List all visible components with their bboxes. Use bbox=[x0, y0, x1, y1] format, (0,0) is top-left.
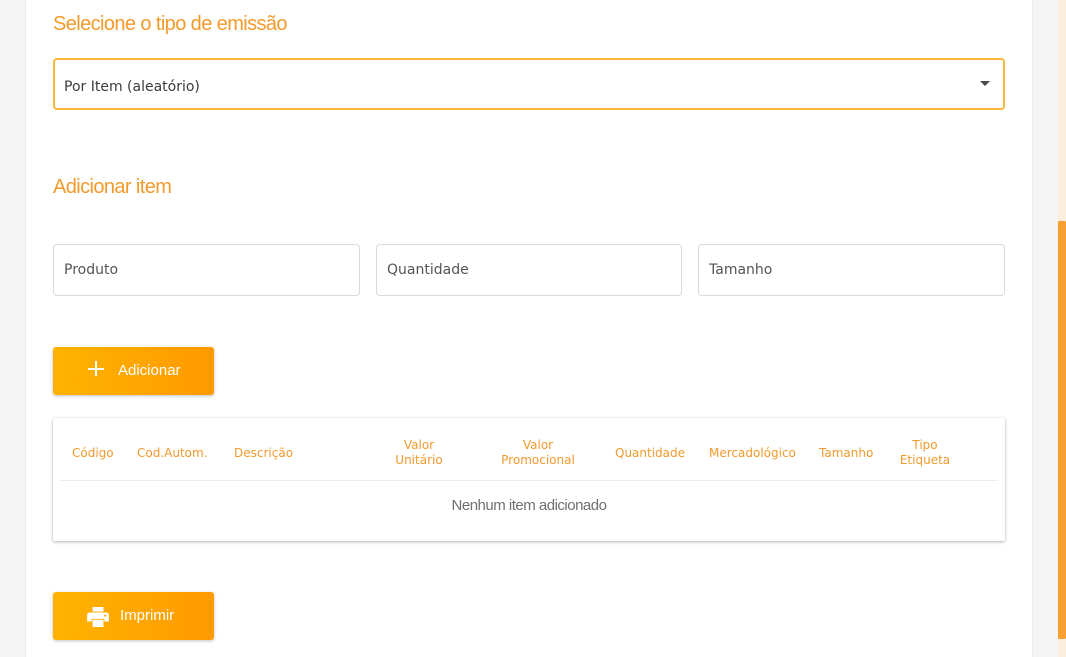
add-item-button[interactable]: Adicionar bbox=[53, 347, 214, 395]
empty-table-message: Nenhum item adicionado bbox=[451, 497, 607, 514]
emission-type-title: Selecione o tipo de emissão bbox=[53, 13, 288, 35]
scrollbar-thumb[interactable] bbox=[1058, 221, 1066, 639]
plus-icon bbox=[88, 360, 104, 376]
column-header-valor-promocional-line1: Valor bbox=[522, 438, 554, 452]
column-header-codigo[interactable]: Código bbox=[72, 446, 114, 461]
emission-type-value: Por Item (aleatório) bbox=[64, 79, 200, 95]
tamanho-input[interactable] bbox=[698, 244, 1005, 296]
print-button-label: Imprimir bbox=[120, 607, 175, 624]
column-header-valor-unitario-line1: Valor bbox=[403, 438, 435, 452]
column-header-tamanho[interactable]: Tamanho bbox=[819, 446, 873, 461]
emission-type-select[interactable]: Por Item (aleatório) bbox=[53, 58, 1005, 110]
column-header-valor-unitario-line2: Unitário bbox=[395, 453, 443, 467]
column-header-valor-promocional-line2: Promocional bbox=[501, 453, 575, 467]
column-header-descricao[interactable]: Descrição bbox=[234, 446, 293, 461]
column-header-quantidade[interactable]: Quantidade bbox=[615, 446, 685, 461]
produto-input[interactable] bbox=[53, 244, 360, 296]
add-item-title: Adicionar item bbox=[53, 176, 172, 198]
items-table: Código Cod.Autom. Descrição Valor Unitár… bbox=[53, 418, 1005, 541]
column-header-tipo-etiqueta-line1: Tipo bbox=[912, 438, 938, 452]
column-header-cod-autom[interactable]: Cod.Autom. bbox=[137, 446, 208, 461]
page: Selecione o tipo de emissão Por Item (al… bbox=[0, 0, 1066, 657]
table-header-divider bbox=[60, 480, 998, 481]
quantidade-input[interactable] bbox=[376, 244, 682, 296]
printer-icon bbox=[87, 607, 109, 627]
column-header-mercadologico[interactable]: Mercadológico bbox=[709, 446, 796, 461]
column-header-valor-promocional[interactable]: Valor Promocional bbox=[488, 438, 588, 468]
print-button[interactable]: Imprimir bbox=[53, 592, 214, 640]
column-header-tipo-etiqueta-line2: Etiqueta bbox=[899, 453, 951, 467]
column-header-valor-unitario[interactable]: Valor Unitário bbox=[375, 438, 463, 468]
dropdown-arrow-icon bbox=[980, 81, 990, 86]
column-header-tipo-etiqueta[interactable]: Tipo Etiqueta bbox=[893, 438, 957, 468]
add-item-button-label: Adicionar bbox=[118, 362, 181, 379]
